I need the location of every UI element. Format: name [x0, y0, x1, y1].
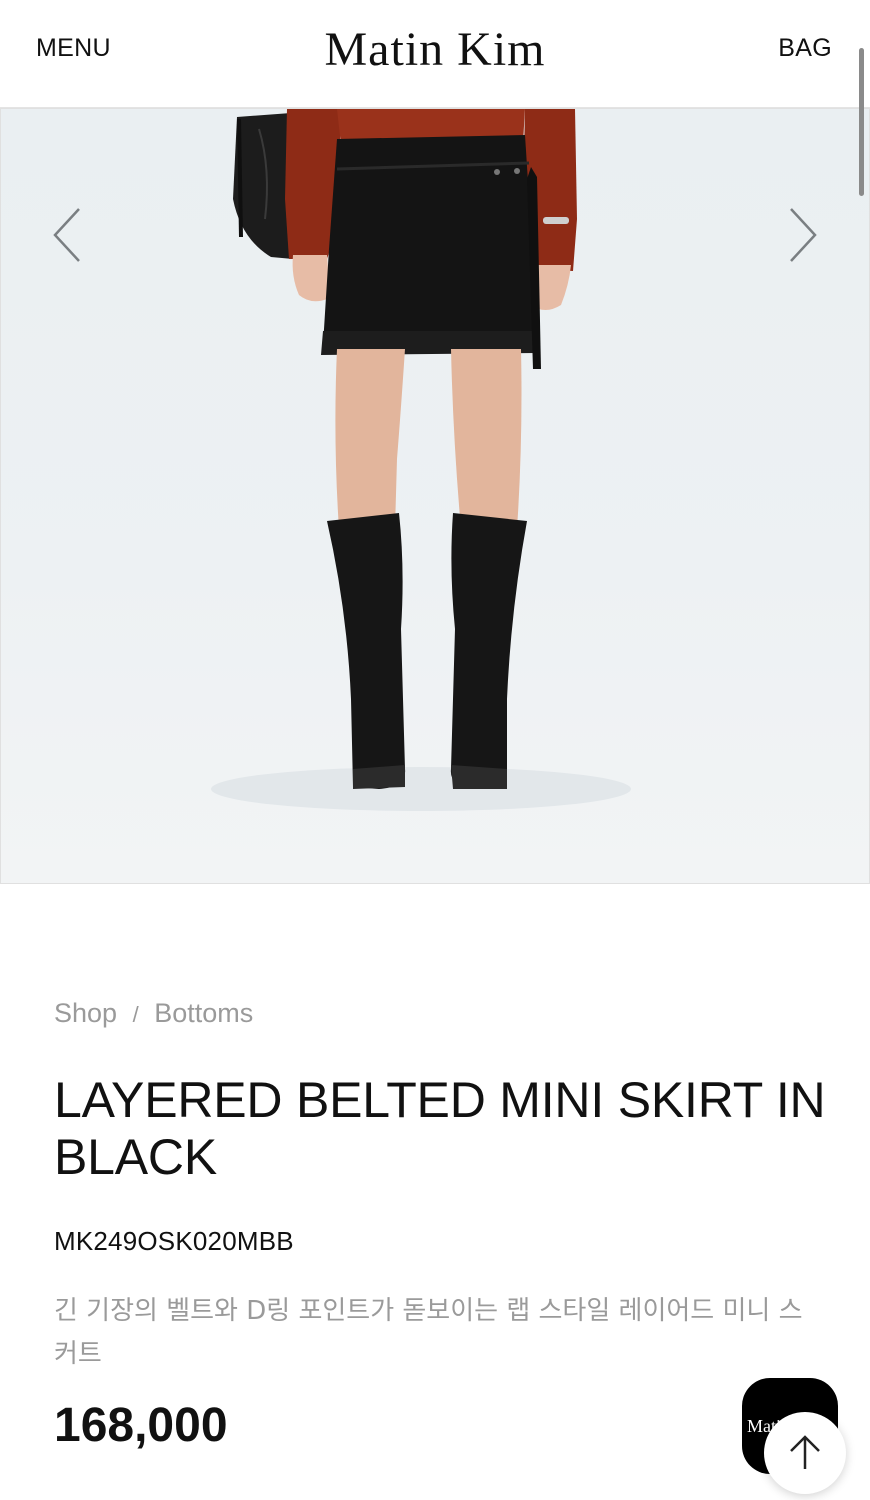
breadcrumb-bottoms-link[interactable]: Bottoms [154, 998, 253, 1028]
site-header: MENU Matin Kim BAG [0, 0, 870, 108]
product-image-gallery[interactable] [0, 108, 870, 884]
arrow-up-icon [790, 1435, 820, 1469]
scroll-to-top-button[interactable] [764, 1412, 846, 1494]
breadcrumb-shop-link[interactable]: Shop [54, 998, 117, 1028]
product-description: 긴 기장의 벨트와 D링 포인트가 돋보이는 랩 스타일 레이어드 미니 스커트 [54, 1296, 803, 1369]
product-photo [211, 109, 631, 811]
product-sku: MK249OSK020MBB [54, 1226, 294, 1256]
product-price: 168,000 [54, 1399, 228, 1452]
page-scrollbar[interactable] [859, 48, 864, 196]
previous-image-button[interactable] [49, 205, 89, 265]
chevron-right-icon [790, 208, 817, 262]
breadcrumb-separator: / [132, 1002, 139, 1027]
bag-button[interactable]: BAG [778, 34, 832, 63]
chevron-left-icon [53, 208, 80, 262]
brand-logo[interactable]: Matin Kim [0, 22, 870, 77]
product-title: LAYERED BELTED MINI SKIRT IN BLACK [54, 1072, 826, 1185]
next-image-button[interactable] [781, 205, 821, 265]
breadcrumb: Shop / Bottoms [54, 998, 253, 1029]
